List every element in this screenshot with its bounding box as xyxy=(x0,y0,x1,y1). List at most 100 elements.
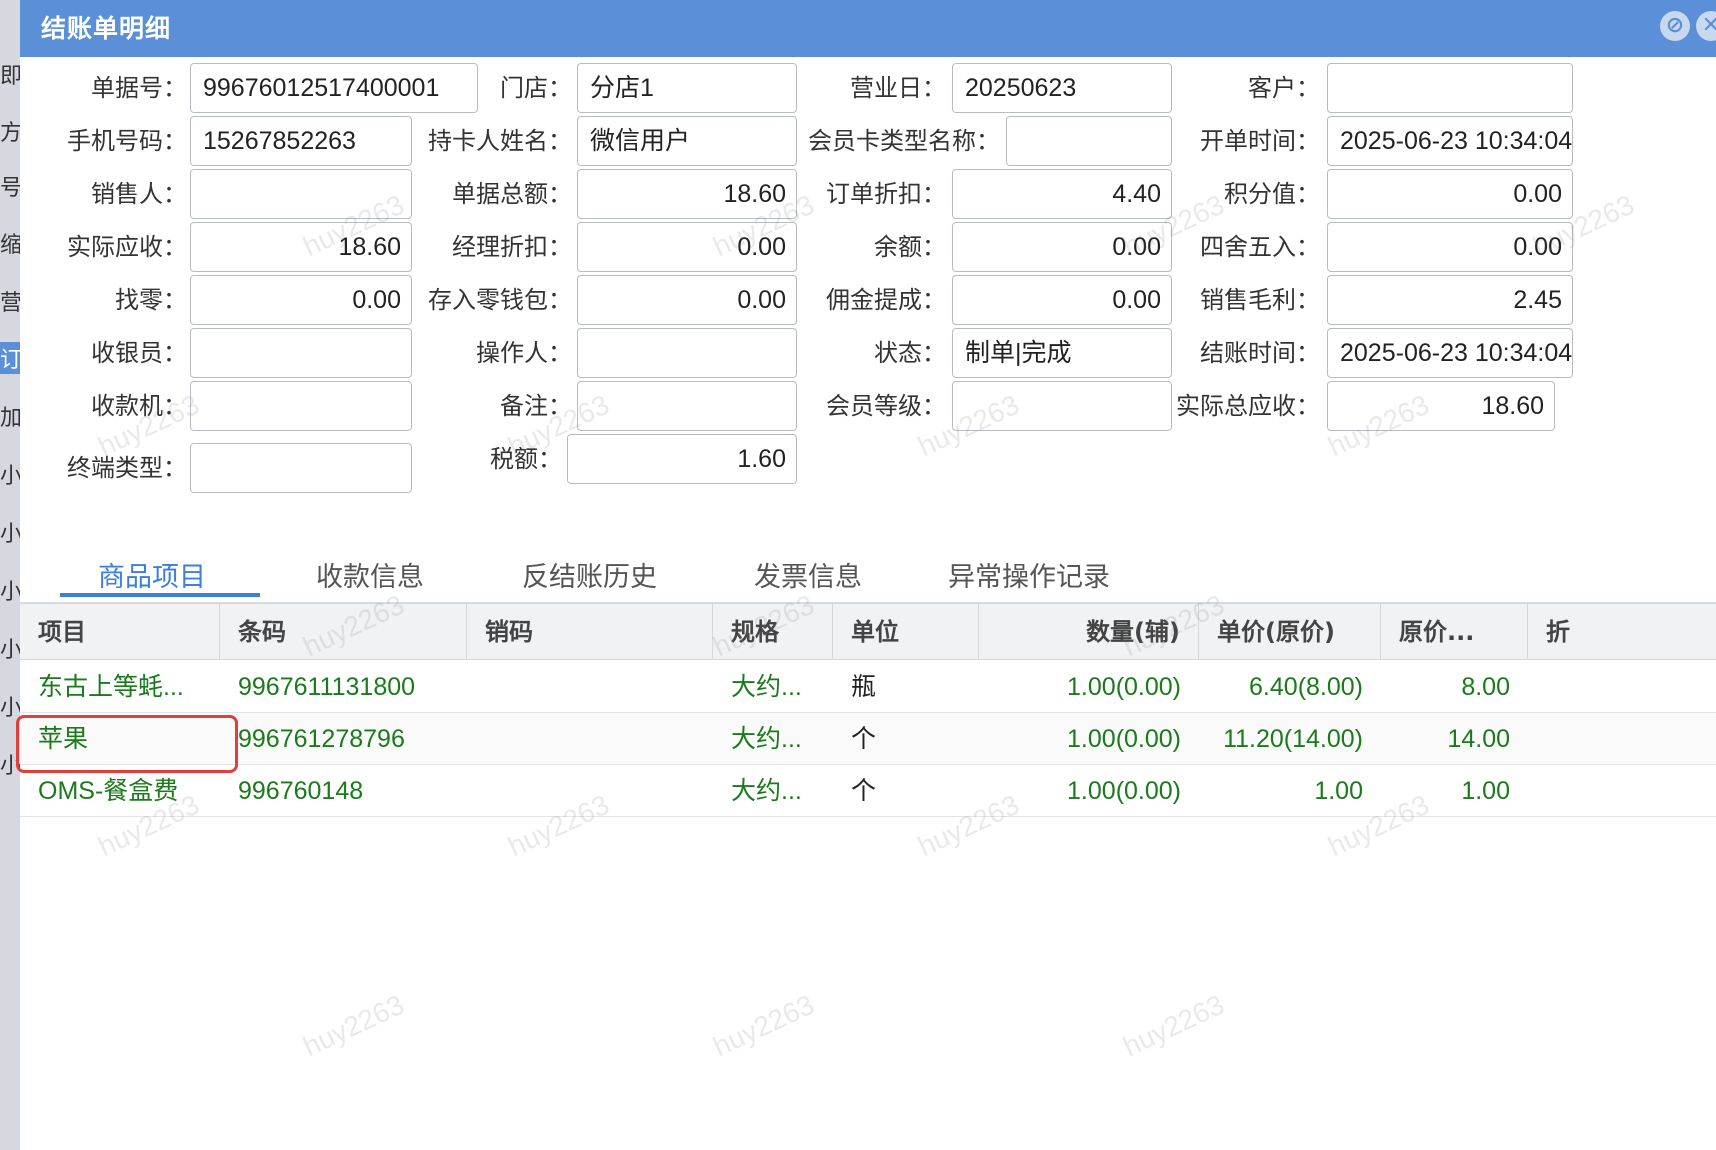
tab-invoice-info[interactable]: 发票信息 xyxy=(754,555,862,595)
status-field[interactable]: 制单|完成 xyxy=(952,328,1172,378)
store-label: 门店： xyxy=(500,74,572,102)
table-row[interactable]: 苹果 996761278796 大约... 个 1.00(0.00) 11.20… xyxy=(20,713,1716,765)
store-field[interactable]: 分店1 xyxy=(577,63,797,113)
cell-spec: 大约... xyxy=(731,777,802,805)
terminal-type-label: 终端类型： xyxy=(67,454,187,482)
edge-glyph: 小 xyxy=(0,522,22,547)
rounding-field[interactable]: 0.00 xyxy=(1327,222,1573,272)
edge-glyph: 小 xyxy=(0,638,22,663)
tab-payment-info[interactable]: 收款信息 xyxy=(316,555,424,595)
bill-no-field[interactable]: 99676012517400001 xyxy=(190,63,478,113)
cell-barcode: 996760148 xyxy=(238,777,364,805)
business-day-field[interactable]: 20250623 xyxy=(952,63,1172,113)
column-header-barcode[interactable]: 条码 xyxy=(220,604,467,660)
detail-tabs: 商品项目 收款信息 反结账历史 发票信息 异常操作记录 xyxy=(20,547,1716,603)
column-header-spec[interactable]: 规格 xyxy=(713,604,833,660)
actual-total-receivable-label: 实际总应收： xyxy=(1176,392,1320,420)
checkout-time-field[interactable]: 2025-06-23 10:34:04 xyxy=(1327,328,1573,378)
background-window-edge: 即 方 号 缩 营 订 加 小 小 小 小 小 小 xyxy=(0,0,22,1150)
balance-field[interactable]: 0.00 xyxy=(952,222,1172,272)
column-header-quantity[interactable]: 数量(辅) xyxy=(979,604,1199,660)
cell-unit: 个 xyxy=(851,777,877,805)
member-level-label: 会员等级： xyxy=(826,392,946,420)
salesperson-field[interactable] xyxy=(190,169,412,219)
customer-field[interactable] xyxy=(1327,63,1573,113)
manager-discount-field[interactable]: 0.00 xyxy=(577,222,797,272)
tab-goods-items[interactable]: 商品项目 xyxy=(98,555,206,595)
change-field[interactable]: 0.00 xyxy=(190,275,412,325)
edge-glyph: 即 xyxy=(0,64,22,89)
pos-machine-label: 收款机： xyxy=(91,392,187,420)
column-header-sales-code[interactable]: 销码 xyxy=(467,604,713,660)
cell-original-price: 1.00 xyxy=(1461,777,1510,805)
minimize-icon[interactable]: ⊘ xyxy=(1660,11,1690,41)
dialog-titlebar[interactable]: 结账单明细 ⊘ ✕ xyxy=(20,0,1716,57)
column-header-original-price[interactable]: 原价... xyxy=(1381,604,1528,660)
change-label: 找零： xyxy=(115,286,187,314)
order-discount-field[interactable]: 4.40 xyxy=(952,169,1172,219)
phone-label: 手机号码： xyxy=(67,127,187,155)
bill-total-field[interactable]: 18.60 xyxy=(577,169,797,219)
member-level-field[interactable] xyxy=(952,381,1172,431)
gross-profit-label: 销售毛利： xyxy=(1200,286,1320,314)
points-field[interactable]: 0.00 xyxy=(1327,169,1573,219)
cell-quantity: 1.00(0.00) xyxy=(1067,777,1181,805)
column-header-discount[interactable]: 折 xyxy=(1528,604,1716,660)
tab-exception-log[interactable]: 异常操作记录 xyxy=(948,555,1110,595)
holder-name-label: 持卡人姓名： xyxy=(428,127,572,155)
bill-total-label: 单据总额： xyxy=(452,180,572,208)
cell-spec: 大约... xyxy=(731,673,802,701)
customer-label: 客户： xyxy=(1248,74,1320,102)
operator-field[interactable] xyxy=(577,328,797,378)
cell-sales-code xyxy=(467,661,713,713)
holder-name-field[interactable]: 微信用户 xyxy=(577,116,797,166)
close-icon[interactable]: ✕ xyxy=(1696,11,1716,41)
edge-glyph: 营 xyxy=(0,291,22,316)
cashier-field[interactable] xyxy=(190,328,412,378)
cell-barcode: 9967611131800 xyxy=(238,673,416,701)
highlight-annotation xyxy=(16,715,238,773)
dialog-title: 结账单明细 xyxy=(41,14,172,43)
bill-form: 单据号： 99676012517400001 门店： 分店1 营业日： 2025… xyxy=(20,57,1716,547)
tax-field[interactable]: 1.60 xyxy=(567,434,797,484)
edge-glyph: 号 xyxy=(0,176,22,201)
cell-sales-code xyxy=(467,713,713,765)
remark-field[interactable] xyxy=(577,381,797,431)
tab-reverse-checkout-history[interactable]: 反结账历史 xyxy=(522,555,657,595)
column-header-unit[interactable]: 单位 xyxy=(833,604,979,660)
cell-unit: 瓶 xyxy=(851,673,877,701)
remark-label: 备注： xyxy=(500,392,572,420)
pos-machine-field[interactable] xyxy=(190,381,412,431)
bill-no-label: 单据号： xyxy=(91,74,187,102)
open-time-field[interactable]: 2025-06-23 10:34:04 xyxy=(1327,116,1573,166)
table-row[interactable]: 东古上等蚝... 9967611131800 大约... 瓶 1.00(0.00… xyxy=(20,661,1716,713)
actual-total-receivable-field[interactable]: 18.60 xyxy=(1327,381,1555,431)
cell-unit-price: 6.40(8.00) xyxy=(1249,673,1363,701)
terminal-type-field[interactable] xyxy=(190,443,412,493)
commission-field[interactable]: 0.00 xyxy=(952,275,1172,325)
column-header-item[interactable]: 项目 xyxy=(20,604,220,660)
table-row[interactable]: OMS-餐盒费 996760148 大约... 个 1.00(0.00) 1.0… xyxy=(20,765,1716,817)
card-type-field[interactable] xyxy=(1006,116,1172,166)
cell-spec: 大约... xyxy=(731,725,802,753)
cell-unit-price: 11.20(14.00) xyxy=(1223,725,1363,753)
checkout-time-label: 结账时间： xyxy=(1200,339,1320,367)
manager-discount-label: 经理折扣： xyxy=(452,233,572,261)
rounding-label: 四舍五入： xyxy=(1200,233,1320,261)
cell-quantity: 1.00(0.00) xyxy=(1067,673,1181,701)
wallet-deposit-field[interactable]: 0.00 xyxy=(577,275,797,325)
points-label: 积分值： xyxy=(1224,180,1320,208)
business-day-label: 营业日： xyxy=(850,74,946,102)
cell-item: 东古上等蚝... xyxy=(38,673,184,701)
bill-detail-dialog: 结账单明细 ⊘ ✕ 单据号： 99676012517400001 门店： 分店1… xyxy=(16,0,1716,1150)
salesperson-label: 销售人： xyxy=(91,180,187,208)
gross-profit-field[interactable]: 2.45 xyxy=(1327,275,1573,325)
edge-glyph: 方 xyxy=(0,121,22,146)
cell-barcode: 996761278796 xyxy=(238,725,405,753)
operator-label: 操作人： xyxy=(476,339,572,367)
column-header-unit-price[interactable]: 单价(原价) xyxy=(1199,604,1381,660)
actual-receivable-field[interactable]: 18.60 xyxy=(190,222,412,272)
card-type-label: 会员卡类型名称： xyxy=(808,127,1000,155)
status-label: 状态： xyxy=(874,339,946,367)
phone-field[interactable]: 15267852263 xyxy=(190,116,412,166)
